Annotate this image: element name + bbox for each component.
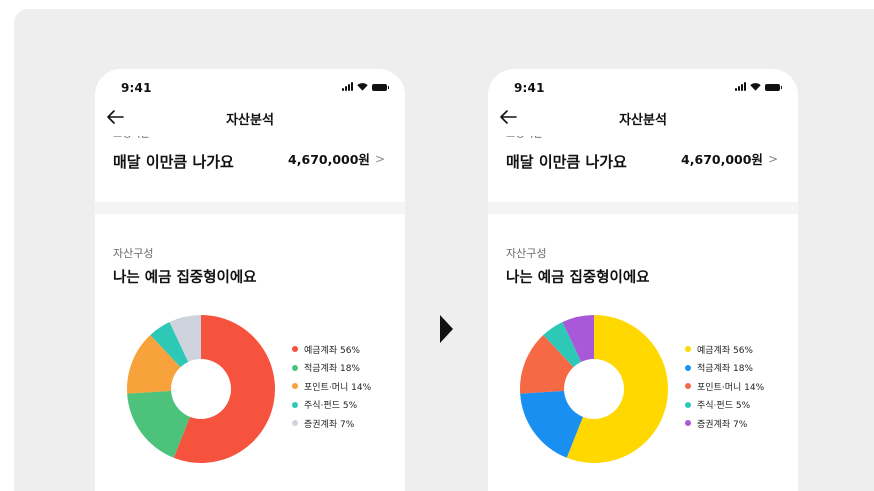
- legend-swatch: [685, 420, 691, 427]
- asset-title: 나는 예금 집중형이에요: [113, 270, 257, 286]
- legend-swatch: [292, 420, 298, 427]
- legend-item: 적금계좌 18%: [292, 359, 371, 378]
- legend-swatch: [292, 401, 298, 408]
- legend-item: 증권계좌 7%: [685, 414, 764, 433]
- battery-icon: [372, 84, 389, 91]
- legend-label: 증권계좌 7%: [304, 419, 355, 430]
- status-icons: [342, 82, 389, 91]
- phone-screen-before: 9:41 자산분석 고정지출 매달 이만큼 나가요 4,670,000원 > 자…: [95, 69, 405, 491]
- cellular-signal-icon: [735, 82, 746, 91]
- legend-label: 주식·펀드 5%: [304, 401, 358, 412]
- legend-swatch: [292, 364, 298, 371]
- legend-swatch: [685, 364, 691, 371]
- chevron-right-icon: >: [767, 151, 778, 166]
- spend-title: 매달 이만큼 나가요: [506, 153, 627, 171]
- legend-swatch: [685, 401, 691, 408]
- donut-chart: [127, 315, 275, 463]
- spend-amount-link[interactable]: 4,670,000원 >: [681, 149, 778, 168]
- asset-label: 자산구성: [506, 247, 547, 260]
- legend-label: 포인트·머니 14%: [697, 382, 765, 393]
- legend-item: 포인트·머니 14%: [292, 377, 371, 396]
- legend-item: 예금계좌 56%: [685, 340, 764, 359]
- legend-item: 예금계좌 56%: [292, 340, 371, 359]
- legend-label: 적금계좌 18%: [304, 364, 360, 375]
- legend-item: 포인트·머니 14%: [685, 377, 764, 396]
- status-time: 9:41: [121, 81, 152, 95]
- chevron-right-icon: >: [374, 151, 385, 166]
- spend-title: 매달 이만큼 나가요: [113, 153, 234, 171]
- spend-amount: 4,670,000원: [288, 152, 370, 167]
- spend-amount: 4,670,000원: [681, 152, 763, 167]
- spend-label: 고정지출: [113, 136, 193, 146]
- legend-label: 적금계좌 18%: [697, 364, 753, 375]
- status-icons: [735, 82, 782, 91]
- legend-swatch: [685, 383, 691, 390]
- legend-swatch: [292, 346, 298, 353]
- legend-item: 주식·펀드 5%: [685, 396, 764, 415]
- legend-swatch: [292, 383, 298, 390]
- legend-label: 예금계좌 56%: [304, 345, 360, 356]
- transition-arrow-icon: [440, 315, 453, 343]
- spend-label: 고정지출: [506, 136, 586, 146]
- wifi-icon: [750, 83, 761, 91]
- legend-label: 포인트·머니 14%: [304, 382, 372, 393]
- section-divider: [488, 202, 798, 214]
- page-title: 자산분석: [226, 113, 274, 128]
- presentation-canvas: 9:41 자산분석 고정지출 매달 이만큼 나가요 4,670,000원 > 자…: [14, 9, 874, 491]
- legend-label: 증권계좌 7%: [697, 419, 748, 430]
- legend-item: 증권계좌 7%: [292, 414, 371, 433]
- legend-item: 주식·펀드 5%: [292, 396, 371, 415]
- donut-chart: [520, 315, 668, 463]
- spend-amount-link[interactable]: 4,670,000원 >: [288, 149, 385, 168]
- asset-label: 자산구성: [113, 247, 154, 260]
- page-title: 자산분석: [619, 113, 667, 128]
- legend-label: 예금계좌 56%: [697, 345, 753, 356]
- chart-legend: 예금계좌 56% 적금계좌 18% 포인트·머니 14% 주식·펀드 5% 증권계좌 7…: [292, 340, 371, 433]
- asset-title: 나는 예금 집중형이에요: [506, 270, 650, 286]
- section-divider: [95, 202, 405, 214]
- battery-icon: [765, 84, 782, 91]
- cellular-signal-icon: [342, 82, 353, 91]
- legend-label: 주식·펀드 5%: [697, 401, 751, 412]
- phone-screen-after: 9:41 자산분석 고정지출 매달 이만큼 나가요 4,670,000원 > 자…: [488, 69, 798, 491]
- legend-item: 적금계좌 18%: [685, 359, 764, 378]
- legend-swatch: [685, 346, 691, 353]
- wifi-icon: [357, 83, 368, 91]
- chart-legend: 예금계좌 56% 적금계좌 18% 포인트·머니 14% 주식·펀드 5% 증권계좌 7…: [685, 340, 764, 433]
- status-time: 9:41: [514, 81, 545, 95]
